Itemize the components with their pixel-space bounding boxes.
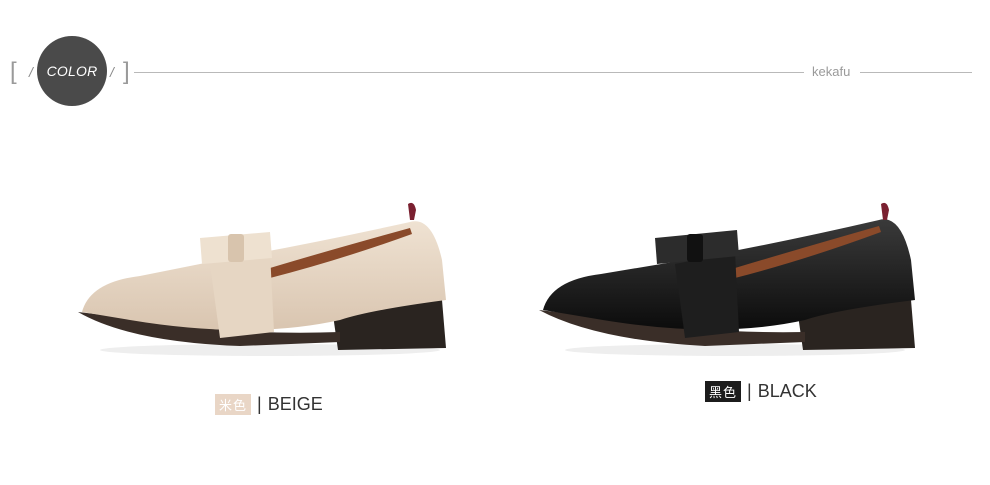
brand-name: kekafu: [812, 64, 851, 79]
variant-name-black: BLACK: [757, 381, 817, 401]
black-loafer-image: [539, 202, 915, 356]
left-bracket: [: [10, 58, 17, 85]
tag-black: 黑色: [705, 381, 742, 402]
right-bracket: ]: [123, 58, 130, 85]
tag-beige: 米色: [215, 394, 252, 415]
separator: |: [257, 394, 262, 414]
header-rule-left: [134, 72, 804, 73]
slash-left: /: [29, 64, 33, 80]
color-badge: COLOR: [37, 36, 107, 106]
separator: |: [747, 381, 752, 401]
color-badge-label: COLOR: [46, 63, 98, 79]
header-rule-right: [860, 72, 972, 73]
beige-loafer-image: [78, 202, 446, 356]
variant-name-beige: BEIGE: [267, 394, 323, 414]
caption-beige: 米色 | BEIGE: [215, 394, 323, 415]
slash-right: /: [110, 64, 114, 80]
caption-black: 黑色 | BLACK: [705, 381, 817, 402]
